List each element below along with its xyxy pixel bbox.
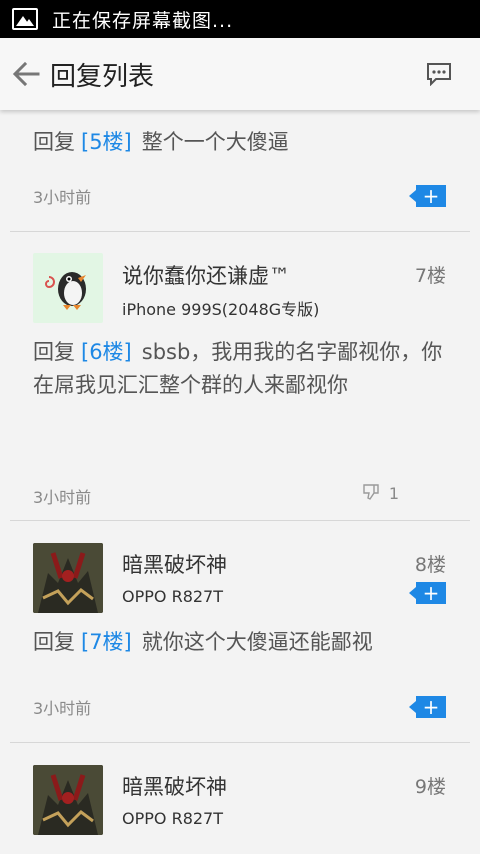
user-name[interactable]: 说你蠢你还谦虚™: [122, 260, 290, 290]
arrow-left-icon: [12, 61, 40, 87]
reply-text: 回复 [6楼] sbsb，我用我的名字鄙视你，你在屌我见汇汇整个群的人来鄙视你: [33, 340, 443, 397]
divider: [10, 520, 470, 521]
thumbs-down-icon[interactable]: [362, 483, 380, 501]
floor-number: 8楼: [414, 554, 446, 576]
post-time: 3小时前: [33, 188, 92, 207]
app-bar: 回复列表: [0, 38, 480, 110]
floor-number: 9楼: [414, 776, 446, 798]
reply-text: 回复 [5楼] 整个一个大傻逼: [33, 130, 289, 154]
device-name: iPhone 999S(2048G专版): [122, 300, 320, 319]
user-name[interactable]: 暗黑破坏神: [122, 771, 227, 801]
status-bar: 正在保存屏幕截图...: [0, 0, 480, 38]
comment-icon[interactable]: [426, 62, 452, 86]
divider: [10, 742, 470, 743]
reply-list[interactable]: 回复 [5楼] 整个一个大傻逼 3小时前 + 说你蠢你还谦虚™ 7楼 iPhone …: [0, 110, 480, 854]
diablo-avatar-image: [33, 543, 103, 613]
post-time: 3小时前: [33, 488, 92, 507]
dislike-count: 1: [388, 484, 399, 503]
post-time: 3小时前: [33, 699, 92, 718]
avatar[interactable]: [33, 543, 103, 613]
divider: [10, 231, 470, 232]
status-text: 正在保存屏幕截图...: [52, 9, 234, 32]
floor-number: 7楼: [414, 265, 446, 287]
diablo-avatar-image: [33, 765, 103, 835]
add-reply-button[interactable]: +: [409, 582, 446, 604]
device-name: OPPO R827T: [122, 809, 223, 828]
back-button[interactable]: [8, 56, 44, 92]
reply-text: 回复 [7楼] 就你这个大傻逼还能鄙视: [33, 630, 373, 654]
image-icon: [12, 8, 38, 30]
floor-link[interactable]: [7楼]: [81, 630, 132, 654]
add-reply-button[interactable]: +: [409, 696, 446, 718]
user-name[interactable]: 暗黑破坏神: [122, 549, 227, 579]
penguin-avatar-image: [45, 272, 86, 310]
floor-link[interactable]: [5楼]: [81, 130, 132, 154]
page-title: 回复列表: [50, 61, 155, 92]
device-name: OPPO R827T: [122, 587, 223, 606]
avatar[interactable]: [33, 253, 103, 323]
floor-link[interactable]: [6楼]: [81, 340, 132, 364]
add-reply-button[interactable]: +: [409, 185, 446, 207]
avatar[interactable]: [33, 765, 103, 835]
